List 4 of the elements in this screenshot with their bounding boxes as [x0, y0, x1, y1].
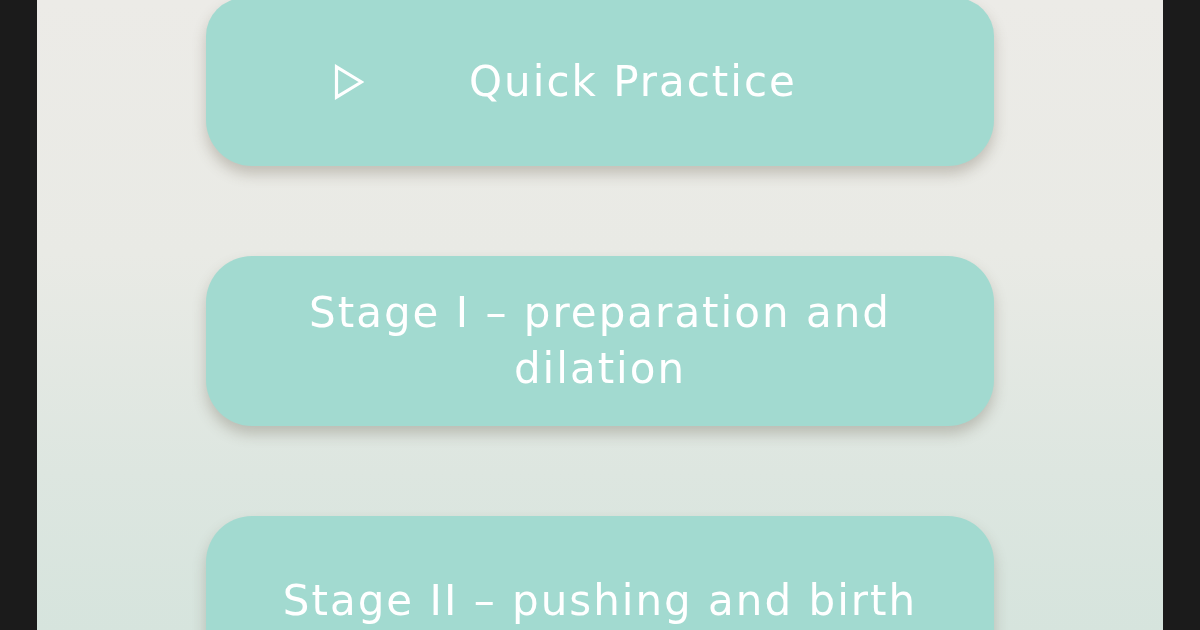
- stage-button[interactable]: Stage II – pushing and birth: [206, 516, 994, 630]
- play-icon: [334, 64, 364, 100]
- stage-button[interactable]: Stage I – preparation and dilation: [206, 256, 994, 426]
- quick-practice-button[interactable]: Quick Practice: [206, 0, 994, 166]
